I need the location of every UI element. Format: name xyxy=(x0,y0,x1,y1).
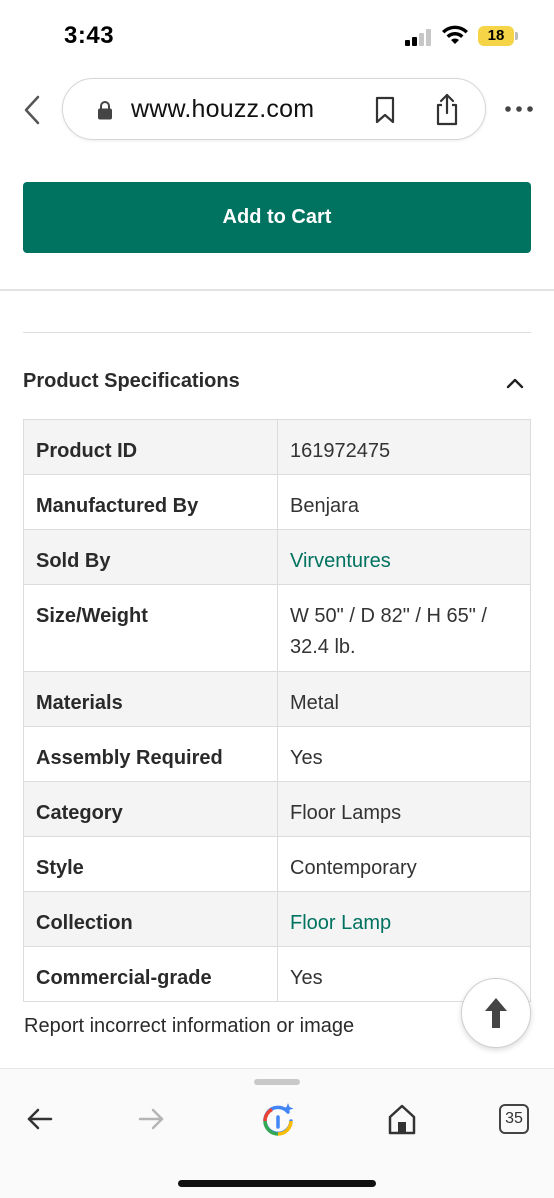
browser-toolbar: 35 xyxy=(0,1068,554,1198)
google-lens-icon[interactable] xyxy=(260,1102,296,1138)
table-row: Collection Floor Lamp xyxy=(23,891,531,947)
spec-label: Collection xyxy=(23,891,278,947)
table-row: Materials Metal xyxy=(23,671,531,727)
wifi-icon xyxy=(442,25,468,44)
spec-value: W 50" / D 82" / H 65" / 32.4 lb. xyxy=(277,584,531,672)
spec-value: Yes xyxy=(277,726,531,782)
table-row: Sold By Virventures xyxy=(23,529,531,585)
status-time: 3:43 xyxy=(64,22,115,49)
status-bar: 3:43 18 xyxy=(0,0,554,70)
spec-label: Commercial-grade xyxy=(23,946,278,1002)
arrow-right-icon[interactable] xyxy=(137,1107,165,1131)
share-icon[interactable] xyxy=(433,92,461,126)
arrow-up-icon xyxy=(485,998,507,1028)
spec-value: Metal xyxy=(277,671,531,727)
product-specifications-heading[interactable]: Product Specifications xyxy=(23,370,240,393)
specifications-table: Product ID 161972475 Manufactured By Ben… xyxy=(23,419,531,1002)
add-to-cart-button[interactable]: Add to Cart xyxy=(23,182,531,253)
home-indicator[interactable] xyxy=(178,1180,376,1187)
spec-label: Materials xyxy=(23,671,278,727)
address-bar[interactable]: www.houzz.com xyxy=(62,78,486,140)
spec-label: Size/Weight xyxy=(23,584,278,672)
section-divider xyxy=(23,332,531,333)
tabs-icon[interactable]: 35 xyxy=(499,1104,529,1134)
spec-label: Manufactured By xyxy=(23,474,278,530)
arrow-left-icon[interactable] xyxy=(26,1107,54,1131)
lock-icon xyxy=(98,101,112,120)
spec-label: Assembly Required xyxy=(23,726,278,782)
table-row: Style Contemporary xyxy=(23,836,531,892)
scroll-to-top-button[interactable] xyxy=(461,978,531,1048)
table-row: Product ID 161972475 xyxy=(23,419,531,475)
url-text[interactable]: www.houzz.com xyxy=(131,95,314,124)
bookmark-icon[interactable] xyxy=(373,96,397,124)
section-divider xyxy=(0,289,554,291)
spec-value: Benjara xyxy=(277,474,531,530)
spec-label: Category xyxy=(23,781,278,837)
spec-value: Floor Lamps xyxy=(277,781,531,837)
home-icon[interactable] xyxy=(387,1103,417,1135)
report-incorrect-link[interactable]: Report incorrect information or image xyxy=(24,1015,354,1038)
cellular-signal-icon xyxy=(405,28,433,46)
back-chevron-icon[interactable] xyxy=(18,93,46,127)
table-row: Size/Weight W 50" / D 82" / H 65" / 32.4… xyxy=(23,584,531,672)
chevron-up-icon[interactable] xyxy=(504,374,526,392)
seller-link[interactable]: Virventures xyxy=(277,529,531,585)
battery-tip xyxy=(515,32,518,40)
spec-label: Sold By xyxy=(23,529,278,585)
sheet-grabber[interactable] xyxy=(254,1079,300,1085)
table-row: Commercial-grade Yes xyxy=(23,946,531,1002)
spec-label: Product ID xyxy=(23,419,278,475)
table-row: Assembly Required Yes xyxy=(23,726,531,782)
table-row: Category Floor Lamps xyxy=(23,781,531,837)
battery-indicator: 18 xyxy=(478,26,514,46)
spec-value: Contemporary xyxy=(277,836,531,892)
collection-link[interactable]: Floor Lamp xyxy=(277,891,531,947)
table-row: Manufactured By Benjara xyxy=(23,474,531,530)
spec-value: 161972475 xyxy=(277,419,531,475)
more-icon[interactable] xyxy=(504,100,534,118)
spec-label: Style xyxy=(23,836,278,892)
